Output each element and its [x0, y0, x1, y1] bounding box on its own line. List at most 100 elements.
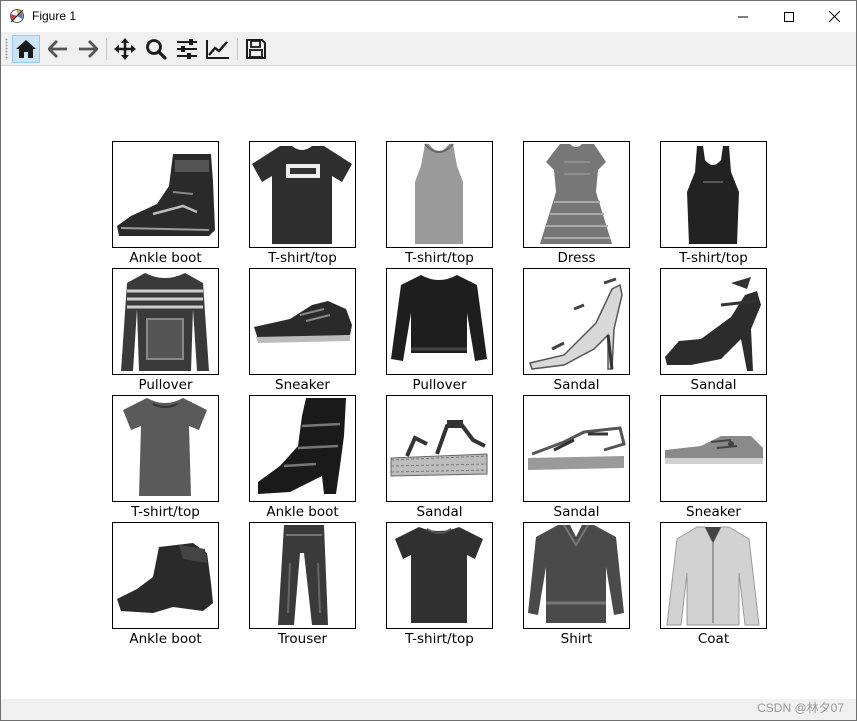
- subplot-axes: [249, 141, 356, 248]
- maximize-icon: [784, 11, 794, 22]
- subplot-label: Sandal: [690, 377, 737, 393]
- subplot-label: T-shirt/top: [405, 631, 474, 647]
- subplot-axes: [249, 522, 356, 629]
- minimize-icon: [738, 16, 748, 17]
- matplotlib-app-icon: [10, 9, 24, 23]
- subplot-axes: [112, 141, 219, 248]
- configure-subplots-button[interactable]: [173, 35, 201, 63]
- subplot-item: Ankle boot: [249, 395, 356, 520]
- toolbar-grip[interactable]: [5, 38, 8, 60]
- subplot-label: Pullover: [138, 377, 193, 393]
- sneaker-low-image: [665, 436, 763, 464]
- subplot-label: Coat: [697, 631, 730, 647]
- tanktop-dark-image: [687, 146, 739, 244]
- tshirt-long-image: [123, 398, 207, 496]
- dress-image: [540, 144, 612, 244]
- subplot-label: Sandal: [553, 377, 600, 393]
- status-bar: CSDN @林夕07: [1, 699, 856, 720]
- back-button[interactable]: [44, 35, 72, 63]
- subplot-item: Shirt: [523, 522, 630, 647]
- subplot-item: Dress: [523, 141, 630, 266]
- sandal-flat-image: [390, 420, 488, 477]
- home-icon: [16, 40, 36, 58]
- move-arrows-icon: [114, 38, 136, 60]
- subplot-item: Coat: [660, 522, 767, 647]
- line-chart-icon: [206, 40, 229, 59]
- pullover-image: [391, 275, 487, 361]
- subplot-item: Sandal: [386, 395, 493, 520]
- subplot-item: Sandal: [523, 395, 630, 520]
- subplot-label: Sandal: [416, 504, 463, 520]
- subplot-axes: [660, 522, 767, 629]
- ankle-boot-tall-image: [258, 398, 346, 494]
- subplot-item: T-shirt/top: [249, 141, 356, 266]
- subplot-axes: [523, 395, 630, 502]
- subplot-item: Ankle boot: [112, 522, 219, 647]
- trouser-image: [278, 525, 328, 625]
- subplot-label: T-shirt/top: [405, 250, 474, 266]
- tanktop-image: [415, 143, 463, 244]
- subplot-axes: [523, 522, 630, 629]
- subplot-label: Ankle boot: [266, 504, 339, 520]
- title-bar[interactable]: Figure 1: [1, 1, 856, 32]
- forward-button[interactable]: [74, 35, 102, 63]
- toolbar-separator: [237, 38, 238, 60]
- subplot-axes: [386, 268, 493, 375]
- navigation-toolbar: [1, 32, 856, 66]
- window-title: Figure 1: [32, 9, 77, 23]
- subplot-label: Sneaker: [275, 377, 330, 393]
- subplot-axes: [112, 522, 219, 629]
- subplot-item: T-shirt/top: [112, 395, 219, 520]
- subplot-label: Dress: [557, 250, 596, 266]
- subplot-axes: [523, 141, 630, 248]
- subplot-label: T-shirt/top: [268, 250, 337, 266]
- ankle-boot-image: [117, 154, 215, 236]
- subplot-label: Sneaker: [686, 504, 741, 520]
- subplot-label: Ankle boot: [129, 250, 202, 266]
- subplot-label: Sandal: [553, 504, 600, 520]
- figure-canvas[interactable]: Ankle boot T-shirt/top T-shirt/top Dress…: [1, 67, 856, 699]
- sliders-icon: [177, 39, 197, 59]
- subplot-item: Sandal: [523, 268, 630, 393]
- subplot-axes: [249, 395, 356, 502]
- subplot-axes: [112, 395, 219, 502]
- subplot-item: Sandal: [660, 268, 767, 393]
- subplot-item: Ankle boot: [112, 141, 219, 266]
- subplot-item: Pullover: [386, 268, 493, 393]
- shirt-image: [528, 524, 624, 623]
- arrow-right-icon: [79, 40, 98, 58]
- ankle-boot-low-image: [117, 543, 213, 613]
- subplot-axes: [660, 141, 767, 248]
- arrow-left-icon: [48, 40, 67, 58]
- subplot-label: T-shirt/top: [131, 504, 200, 520]
- tshirt-plain-image: [395, 527, 483, 623]
- subplot-axes: [386, 522, 493, 629]
- floppy-disk-icon: [246, 39, 266, 59]
- subplot-item: T-shirt/top: [660, 141, 767, 266]
- magnifier-icon: [146, 39, 167, 60]
- subplot-axes: [386, 141, 493, 248]
- subplot-label: T-shirt/top: [679, 250, 748, 266]
- subplot-axes: [386, 395, 493, 502]
- sneaker-image: [254, 301, 352, 343]
- close-button[interactable]: [811, 1, 857, 32]
- subplot-label: Pullover: [412, 377, 467, 393]
- subplot-item: T-shirt/top: [386, 522, 493, 647]
- subplot-label: Trouser: [277, 631, 328, 647]
- toolbar-separator: [106, 38, 107, 60]
- pan-button[interactable]: [111, 35, 139, 63]
- subplot-item: T-shirt/top: [386, 141, 493, 266]
- subplot-item: Sneaker: [249, 268, 356, 393]
- minimize-button[interactable]: [720, 1, 766, 32]
- sandal-heel-image: [529, 277, 623, 370]
- edit-axes-button[interactable]: [204, 35, 232, 63]
- subplot-axes: [249, 268, 356, 375]
- subplot-item: Pullover: [112, 268, 219, 393]
- home-button[interactable]: [12, 35, 40, 63]
- maximize-button[interactable]: [766, 1, 812, 32]
- tshirt-image: [252, 146, 352, 244]
- coat-image: [666, 526, 760, 626]
- subplot-axes: [112, 268, 219, 375]
- zoom-button[interactable]: [142, 35, 170, 63]
- save-button[interactable]: [242, 35, 270, 63]
